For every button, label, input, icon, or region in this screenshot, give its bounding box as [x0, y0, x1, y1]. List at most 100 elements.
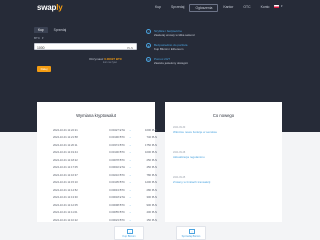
row-output: 280 PLN	[146, 188, 157, 192]
table-row: 2024-10-01 11:17:05 0.00032 ETH → 450 PLN	[53, 165, 157, 171]
row-output: 450 PLN	[146, 166, 157, 169]
arrow-right-icon: →	[128, 128, 132, 132]
rate-subtext: kurs na żywo	[103, 61, 117, 64]
news-headline[interactable]: Wkrótce nowe funkcje w serwisie	[173, 130, 217, 134]
rate-prefix: Otrzymasz	[89, 57, 104, 61]
table-row: 2024-10-01 11:14:52 0.00043 BTC → 280 PLN	[53, 187, 157, 193]
table-row: 2024-10-01 11:18:22 0.00078 BTC → 250 PLN	[53, 157, 157, 163]
arrow-right-icon: →	[128, 196, 132, 199]
row-date: 2024-10-01 11:18:22	[53, 158, 78, 162]
language-flag-icon[interactable]	[274, 5, 279, 8]
nav-item-exchange[interactable]: Kantor	[218, 4, 238, 12]
row-output: 1750 PLN	[145, 143, 157, 147]
arrow-right-icon: →	[128, 158, 132, 162]
amount-input[interactable]: 1000 PLN	[34, 43, 137, 50]
buy-bitcoin-button[interactable]: ↓ Kup Bitcoin	[114, 226, 144, 240]
arrow-right-icon: →	[128, 188, 132, 192]
news-date: 2024-09-28	[173, 151, 186, 154]
arrow-right-icon: →	[128, 166, 132, 169]
table-row: 2024-10-01 11:15:10 0.00105 BTC → 1200 PLN	[53, 180, 157, 186]
buy-label: Kup Bitcoin	[122, 235, 136, 238]
row-amount: 0.00374 BTC	[109, 143, 125, 147]
logo[interactable]: swaply	[37, 3, 63, 12]
table-row: 2024-10-01 11:12:05 0.00098 BTC → 900 PLN	[53, 202, 157, 208]
table-row: 2024-10-01 11:19:44 0.00100 BTC → 1000 PLN	[53, 150, 157, 156]
row-output: 780 PLN	[146, 173, 157, 177]
arrow-right-icon: →	[128, 151, 132, 154]
logo-accent: ly	[56, 3, 63, 12]
row-amount: 0.00105 BTC	[109, 181, 125, 184]
news-date: 2024-09-25	[173, 176, 186, 179]
nav-item-buy[interactable]: Kup	[150, 4, 166, 12]
row-date: 2024-10-01 11:15:10	[53, 181, 78, 184]
news-card: Co nowego 2024-09-30 Wkrótce nowe funkcj…	[165, 102, 282, 222]
table-row: 2024-10-01 11:20:11 0.00374 BTC → 1750 PLN	[53, 142, 157, 148]
table-row: 2024-10-01 11:11:01 0.00055 BTC → 400 PLN	[53, 210, 157, 216]
table-row: 2024-10-01 11:16:37 0.00210 BTC → 780 PLN	[53, 172, 157, 178]
chevron-down-icon: ▾	[281, 4, 283, 8]
sell-label: Sprzedaj Bitcoin	[181, 235, 201, 238]
row-output: 1000 PLN	[145, 151, 157, 154]
table-row: 2024-10-01 11:13:30 0.00018 ETH → 300 PLN	[53, 195, 157, 201]
amount-value: 1000	[37, 45, 45, 50]
row-date: 2024-10-01 11:14:52	[53, 188, 78, 192]
feature-desc: Kup Bitcoin i Ethereum	[154, 47, 184, 51]
news-date: 2024-09-30	[173, 126, 186, 129]
news-headline[interactable]: Aktualizacja regulaminu	[173, 155, 205, 159]
sell-icon: ↑	[189, 229, 195, 234]
row-output: 1000 PLN	[145, 128, 157, 132]
row-amount: 0.00032 ETH	[109, 166, 125, 169]
sell-bitcoin-button[interactable]: ↑ Sprzedaj Bitcoin	[176, 226, 206, 240]
row-output: 150 PLN	[146, 218, 157, 222]
row-date: 2024-10-01 11:12:05	[53, 203, 78, 207]
row-amount: 0.00018 ETH	[109, 196, 125, 199]
row-output: 900 PLN	[146, 203, 157, 207]
tab-buy[interactable]: Kup	[34, 27, 48, 33]
row-date: 2024-10-01 11:13:30	[53, 196, 78, 199]
pair-label: BTC	[34, 36, 40, 40]
row-output: 250 PLN	[146, 158, 157, 162]
nav-item-offers[interactable]: Ogłoszenia	[189, 4, 219, 12]
chat-icon: ✉	[146, 57, 151, 62]
row-amount: 0.00023 BTC	[109, 218, 125, 222]
row-amount: 0.00427 ETH	[109, 128, 125, 132]
crypto-pair-select[interactable]: BTC ▾	[34, 36, 50, 41]
arrow-right-icon: →	[128, 211, 132, 214]
tab-sell[interactable]: Sprzedaj	[50, 27, 71, 33]
feature-desc: Zawieraj umowy w kilka sekund	[154, 33, 195, 37]
row-output: 1200 PLN	[145, 181, 157, 184]
arrow-right-icon: →	[128, 143, 132, 147]
submit-button[interactable]: Dalej	[37, 66, 51, 72]
table-row: 2024-10-01 11:10:22 0.00023 BTC → 150 PLN	[53, 217, 157, 223]
nav-item-account[interactable]: Konto	[256, 4, 275, 12]
row-output: 740 PLN	[146, 136, 157, 139]
main-nav: Kup Sprzedaj Ogłoszenia Kantor OTC Konto	[150, 4, 274, 12]
news-headline[interactable]: Zmiany w limitach transakcji	[173, 180, 210, 184]
news-title: Co nowego	[212, 113, 235, 118]
row-date: 2024-10-01 11:20:11	[53, 143, 78, 147]
row-amount: 0.00078 BTC	[109, 158, 125, 162]
arrow-right-icon: →	[128, 136, 132, 139]
shield-icon: ✓	[146, 29, 151, 34]
top-navigation: swaply Kup Sprzedaj Ogłoszenia Kantor OT…	[0, 0, 320, 15]
buy-icon: ↓	[127, 229, 133, 234]
exchange-tabs: Kup Sprzedaj	[34, 27, 70, 33]
wallet-icon: ◈	[146, 43, 151, 48]
row-output: 400 PLN	[146, 211, 157, 214]
row-date: 2024-10-01 11:16:37	[53, 173, 78, 177]
currency-select[interactable]: PLN	[127, 46, 133, 50]
row-date: 2024-10-01 11:21:58	[53, 136, 78, 139]
row-date: 2024-10-01 11:22:21	[53, 128, 78, 132]
table-row: 2024-10-01 11:21:58 0.00190 BTC → 740 PLN	[53, 135, 157, 141]
nav-item-otc[interactable]: OTC	[238, 4, 255, 12]
row-amount: 0.00055 BTC	[109, 211, 125, 214]
transactions-card: Wymiana kryptowalut 2024-10-01 11:22:21 0…	[37, 102, 157, 223]
table-row: 2024-10-01 11:22:21 0.00427 ETH → 1000 PLN	[53, 127, 157, 133]
nav-item-sell[interactable]: Sprzedaj	[166, 4, 189, 12]
row-amount: 0.00043 BTC	[109, 188, 125, 192]
feature-desc: Zawsze jesteśmy dostępni	[154, 61, 188, 65]
logo-text: swap	[37, 3, 57, 12]
arrow-right-icon: →	[128, 173, 132, 177]
row-amount: 0.00098 BTC	[109, 203, 125, 207]
row-amount: 0.00100 BTC	[109, 151, 125, 154]
